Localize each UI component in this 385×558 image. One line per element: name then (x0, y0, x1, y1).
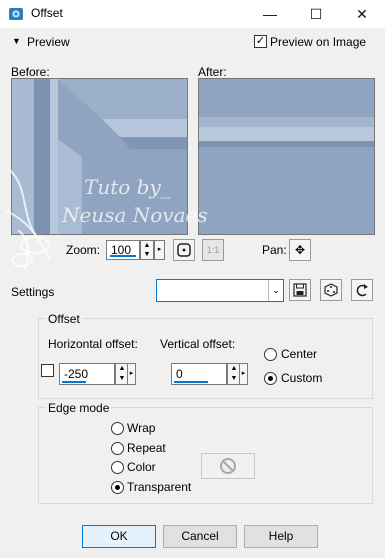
save-preset-button[interactable] (289, 279, 311, 301)
before-label: Before: (11, 65, 50, 79)
no-color-icon (220, 458, 236, 474)
cancel-button[interactable]: Cancel (163, 525, 237, 548)
horizontal-offset-label: Horizontal offset: (48, 337, 138, 351)
reset-button[interactable] (351, 279, 373, 301)
after-preview-panel[interactable] (198, 78, 375, 235)
window-title: Offset (31, 6, 63, 20)
actual-size-icon: 1:1 (206, 245, 220, 255)
zoom-spinner[interactable]: ▲ ▼ (140, 240, 154, 260)
maximize-button[interactable]: ☐ (293, 0, 339, 28)
zoom-up-icon[interactable]: ▲ (141, 241, 153, 250)
zoom-slider-icon: ▸ (157, 246, 162, 253)
color-radio-label[interactable]: Color (127, 460, 156, 474)
help-button[interactable]: Help (244, 525, 318, 548)
vertical-offset-value: 0 (176, 367, 183, 381)
preview-on-image-checkbox[interactable]: ✓ (254, 35, 267, 48)
preview-toggle-label[interactable]: Preview (27, 35, 70, 49)
wrap-radio[interactable] (111, 422, 124, 435)
zoom-input[interactable]: 100 (106, 240, 140, 260)
zoom-input-underline (110, 255, 136, 257)
edge-color-swatch[interactable] (201, 453, 255, 479)
vertical-offset-underline (174, 381, 208, 383)
offset-group-label: Offset (46, 312, 82, 326)
reset-icon (356, 284, 368, 297)
zoom-label: Zoom: (66, 243, 101, 257)
zoom-down-icon[interactable]: ▼ (141, 250, 153, 259)
pan-button[interactable]: ✥ (289, 239, 311, 261)
vertical-offset-input[interactable]: 0 (171, 363, 227, 385)
settings-label: Settings (11, 285, 55, 299)
save-icon (293, 283, 307, 297)
watermark-line1: Tuto by_ (84, 175, 171, 199)
horizontal-slider-icon: ▸ (129, 370, 134, 377)
zoom-slider-toggle[interactable]: ▸ (154, 240, 165, 260)
vertical-slider-toggle[interactable]: ▸ (239, 363, 248, 385)
preview-on-image-label: Preview on Image (270, 35, 367, 49)
zoom-fit-icon (177, 243, 191, 257)
ok-button[interactable]: OK (82, 525, 156, 548)
horizontal-offset-underline (62, 381, 86, 383)
pan-label: Pan: (262, 243, 287, 257)
collapse-arrow-icon[interactable]: ▼ (12, 36, 21, 46)
after-label: After: (198, 65, 227, 79)
horizontal-offset-input[interactable]: -250 (59, 363, 115, 385)
transparent-radio[interactable] (111, 481, 124, 494)
horizontal-offset-value: -250 (64, 367, 89, 381)
randomize-button[interactable] (320, 279, 342, 301)
center-radio-label[interactable]: Center (281, 347, 317, 361)
offset-group (38, 318, 373, 399)
close-button[interactable]: ✕ (339, 0, 385, 28)
app-icon (9, 8, 23, 20)
edge-mode-group-label: Edge mode (46, 401, 112, 415)
after-preview-image (199, 79, 374, 234)
pan-move-icon: ✥ (294, 243, 306, 257)
link-offsets-checkbox[interactable] (41, 364, 54, 377)
color-radio[interactable] (111, 461, 124, 474)
wrap-radio-label[interactable]: Wrap (127, 421, 155, 435)
custom-radio[interactable] (264, 372, 277, 385)
center-radio[interactable] (264, 348, 277, 361)
repeat-radio[interactable] (111, 442, 124, 455)
zoom-fit-button[interactable] (173, 239, 195, 261)
transparent-radio-label[interactable]: Transparent (127, 480, 191, 494)
chevron-down-icon[interactable]: ⌄ (268, 280, 283, 301)
horizontal-slider-toggle[interactable]: ▸ (127, 363, 136, 385)
watermark-line2: Neusa Novaes (62, 203, 208, 227)
minimize-button[interactable]: — (247, 0, 293, 28)
vertical-slider-icon: ▸ (241, 370, 246, 377)
watermark-flower-icon (4, 169, 51, 271)
zoom-actual-size-button[interactable]: 1:1 (202, 239, 224, 261)
dice-icon (324, 283, 338, 297)
vertical-offset-label: Vertical offset: (160, 337, 236, 351)
settings-dropdown[interactable]: ⌄ (156, 279, 284, 302)
custom-radio-label[interactable]: Custom (281, 371, 322, 385)
repeat-radio-label[interactable]: Repeat (127, 441, 166, 455)
